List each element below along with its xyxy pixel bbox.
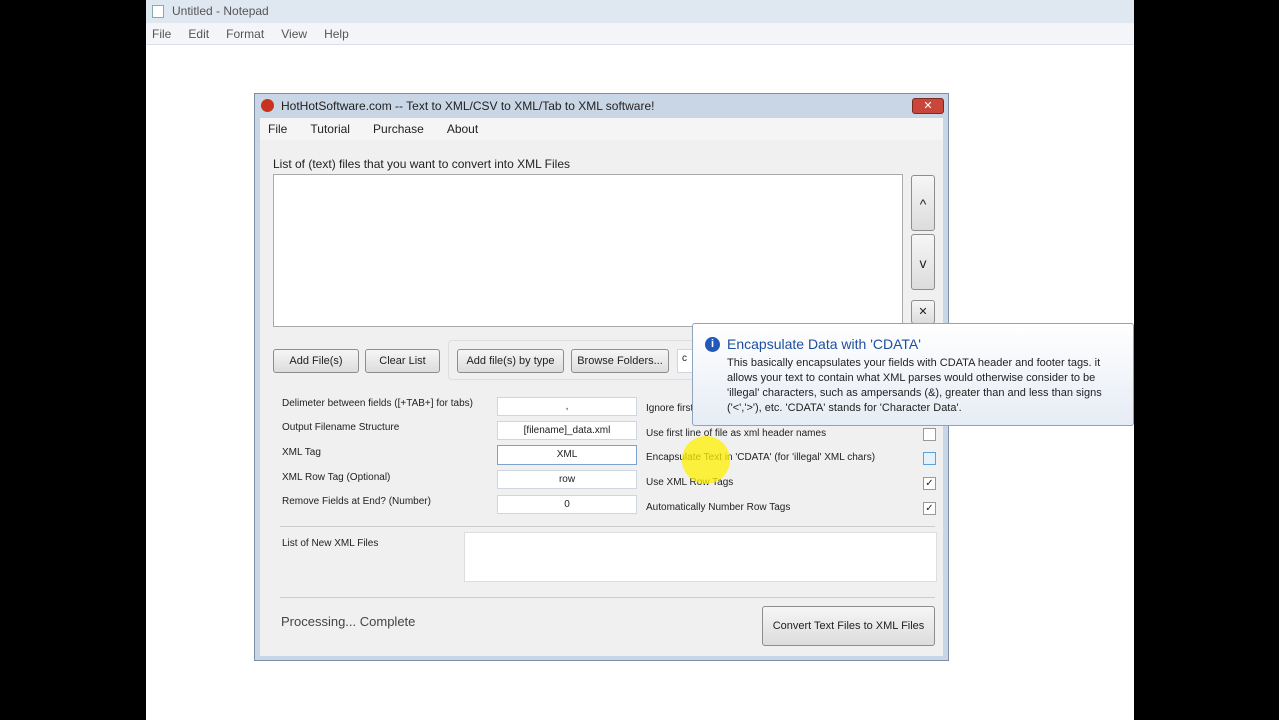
number-rows-label: Automatically Number Row Tags (646, 502, 791, 513)
xml-tag-label: XML Tag (282, 447, 321, 458)
cdata-tooltip: i Encapsulate Data with 'CDATA' This bas… (692, 323, 1134, 426)
xml-tag-input[interactable]: XML (497, 445, 637, 465)
use-header-checkbox[interactable] (923, 428, 936, 441)
menu-purchase[interactable]: Purchase (373, 122, 424, 136)
menu-help[interactable]: Help (324, 27, 349, 41)
notepad-menu: File Edit Format View Help (146, 23, 1134, 45)
status-text: Processing... Complete (281, 614, 416, 629)
browse-folders-button[interactable]: Browse Folders... (571, 349, 669, 373)
number-rows-checkbox[interactable]: ✓ (923, 502, 936, 515)
new-files-label: List of New XML Files (282, 538, 379, 549)
cdata-checkbox[interactable] (923, 452, 936, 465)
divider (280, 597, 935, 598)
remove-fields-label: Remove Fields at End? (Number) (282, 496, 431, 507)
move-up-button[interactable]: ^ (911, 175, 935, 231)
menu-tutorial[interactable]: Tutorial (310, 122, 350, 136)
menu-format[interactable]: Format (226, 27, 264, 41)
tooltip-body: This basically encapsulates your fields … (727, 357, 1102, 414)
filename-structure-input[interactable]: [filename]_data.xml (497, 421, 637, 440)
convert-button[interactable]: Convert Text Files to XML Files (762, 606, 935, 646)
tooltip-title: Encapsulate Data with 'CDATA' (727, 336, 921, 352)
dialog-menu: File Tutorial Purchase About (260, 118, 943, 140)
menu-about[interactable]: About (447, 122, 478, 136)
add-files-button[interactable]: Add File(s) (273, 349, 359, 373)
file-list[interactable] (273, 174, 903, 327)
file-list-label: List of (text) files that you want to co… (273, 157, 571, 171)
divider (280, 526, 935, 527)
remove-button[interactable]: ✕ (911, 300, 935, 324)
delimiter-label: Delimeter between fields ([+TAB+] for ta… (282, 398, 474, 409)
menu-view[interactable]: View (281, 27, 307, 41)
filename-structure-label: Output Filename Structure (282, 422, 400, 433)
remove-fields-input[interactable]: 0 (497, 495, 637, 514)
cdata-label: Encapsulate Text in 'CDATA' (for 'illega… (646, 452, 876, 463)
menu-file[interactable]: File (268, 122, 287, 136)
clear-list-button[interactable]: Clear List (365, 349, 440, 373)
delimiter-input[interactable]: , (497, 397, 637, 416)
row-tag-input[interactable]: row (497, 470, 637, 489)
use-header-label: Use first line of file as xml header nam… (646, 428, 827, 439)
notepad-title: Untitled - Notepad (146, 0, 1134, 23)
menu-edit[interactable]: Edit (188, 27, 209, 41)
info-icon: i (705, 337, 720, 352)
add-by-type-button[interactable]: Add file(s) by type (457, 349, 564, 373)
row-tag-label: XML Row Tag (Optional) (282, 472, 391, 483)
move-down-button[interactable]: v (911, 234, 935, 290)
notepad-icon (152, 5, 164, 18)
close-button[interactable]: ✕ (912, 98, 944, 114)
cursor-highlight (682, 436, 730, 484)
row-tags-checkbox[interactable]: ✓ (923, 477, 936, 490)
menu-file[interactable]: File (152, 27, 171, 41)
new-files-list[interactable] (464, 532, 937, 582)
dialog-title: HotHotSoftware.com -- Text to XML/CSV to… (281, 99, 655, 113)
